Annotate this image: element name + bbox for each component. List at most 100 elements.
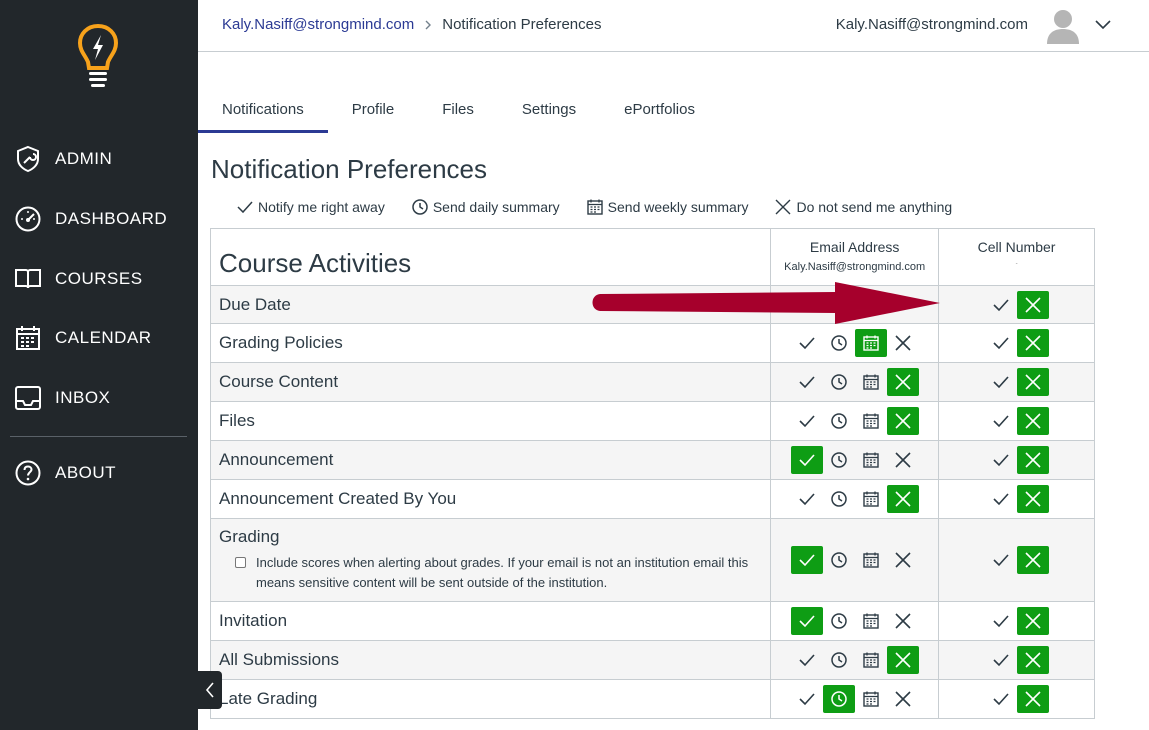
do-not-send-option[interactable] xyxy=(886,485,919,513)
tab-settings[interactable]: Settings xyxy=(498,88,600,133)
notify-right-away-option[interactable] xyxy=(790,607,823,635)
row-name-cell: Announcement Created By You xyxy=(209,479,772,519)
weekly-summary-option[interactable] xyxy=(855,646,887,674)
notify-right-away-option[interactable] xyxy=(985,607,1017,635)
weekly-summary-option[interactable] xyxy=(855,407,887,435)
cell-preference-cell xyxy=(938,323,1095,363)
daily-summary-option[interactable] xyxy=(823,607,855,635)
weekly-summary-option[interactable] xyxy=(855,546,887,574)
clock-icon xyxy=(830,612,848,630)
tab-files[interactable]: Files xyxy=(418,88,498,133)
do-not-send-option[interactable] xyxy=(887,546,919,574)
x-icon xyxy=(775,199,791,215)
sidebar-item-dashboard[interactable]: DASHBOARD xyxy=(14,199,167,239)
x-icon xyxy=(1024,373,1042,391)
check-icon xyxy=(798,375,816,389)
shield-wrench-icon xyxy=(14,145,42,173)
daily-summary-option[interactable] xyxy=(823,485,855,513)
notify-right-away-option[interactable] xyxy=(791,646,823,674)
sidebar-item-admin[interactable]: ADMIN xyxy=(14,139,112,179)
table-row: Grading Include scores when alerting abou… xyxy=(209,518,1095,602)
row-name: Files xyxy=(219,411,255,430)
notify-right-away-option[interactable] xyxy=(790,546,823,574)
x-icon xyxy=(894,490,912,508)
notify-right-away-option[interactable] xyxy=(791,368,823,396)
include-scores-checkbox[interactable] xyxy=(235,557,246,568)
do-not-send-option[interactable] xyxy=(887,607,919,635)
daily-summary-option[interactable] xyxy=(823,646,855,674)
daily-summary-option[interactable] xyxy=(823,329,855,357)
do-not-send-option[interactable] xyxy=(1016,546,1049,574)
calendar-icon xyxy=(14,324,42,352)
weekly-summary-option[interactable] xyxy=(854,329,887,357)
weekly-summary-option[interactable] xyxy=(855,685,887,713)
x-icon xyxy=(1024,690,1042,708)
avatar-icon[interactable] xyxy=(1046,8,1080,44)
sidebar-item-calendar[interactable]: CALENDAR xyxy=(14,318,152,358)
weekly-summary-option[interactable] xyxy=(855,446,887,474)
daily-summary-option[interactable] xyxy=(823,368,855,396)
notify-right-away-option[interactable] xyxy=(985,329,1017,357)
check-icon xyxy=(798,336,816,350)
weekly-summary-option[interactable] xyxy=(855,607,887,635)
notify-right-away-option[interactable] xyxy=(790,446,823,474)
calendar-icon xyxy=(862,651,880,669)
legend-label: Do not send me anything xyxy=(796,199,953,215)
row-name: Late Grading xyxy=(219,689,318,708)
weekly-summary-option[interactable] xyxy=(855,368,887,396)
notify-right-away-option[interactable] xyxy=(791,329,823,357)
do-not-send-option[interactable] xyxy=(886,368,919,396)
do-not-send-option[interactable] xyxy=(886,407,919,435)
do-not-send-option[interactable] xyxy=(1016,329,1049,357)
do-not-send-option[interactable] xyxy=(1016,407,1049,435)
do-not-send-option[interactable] xyxy=(1016,685,1049,713)
notify-right-away-option[interactable] xyxy=(985,291,1017,319)
do-not-send-option[interactable] xyxy=(1016,368,1049,396)
do-not-send-option[interactable] xyxy=(887,446,919,474)
do-not-send-option[interactable] xyxy=(887,685,919,713)
do-not-send-option[interactable] xyxy=(887,329,919,357)
calendar-icon xyxy=(862,612,880,630)
check-icon xyxy=(992,614,1010,628)
x-icon xyxy=(894,451,912,469)
notify-right-away-option[interactable] xyxy=(985,485,1017,513)
notify-right-away-option[interactable] xyxy=(985,546,1017,574)
do-not-send-option[interactable] xyxy=(1016,485,1049,513)
sidebar-item-inbox[interactable]: INBOX xyxy=(14,378,110,418)
notify-right-away-option[interactable] xyxy=(985,446,1017,474)
email-preference-cell xyxy=(770,362,940,402)
check-icon xyxy=(798,692,816,706)
daily-summary-option[interactable] xyxy=(823,446,855,474)
notify-right-away-option[interactable] xyxy=(985,685,1017,713)
do-not-send-option[interactable] xyxy=(1016,290,1049,319)
daily-summary-option[interactable] xyxy=(823,546,855,574)
do-not-send-option[interactable] xyxy=(1016,446,1049,474)
check-icon xyxy=(237,201,253,214)
notify-right-away-option[interactable] xyxy=(985,646,1017,674)
tab-eportfolios[interactable]: ePortfolios xyxy=(600,88,719,133)
daily-summary-option[interactable] xyxy=(822,685,855,713)
x-icon xyxy=(894,551,912,569)
notify-right-away-option[interactable] xyxy=(985,368,1017,396)
chevron-down-icon[interactable] xyxy=(1094,17,1112,33)
sidebar-item-courses[interactable]: COURSES xyxy=(14,259,143,299)
do-not-send-option[interactable] xyxy=(1016,646,1049,674)
email-preference-cell xyxy=(770,679,940,719)
tab-notifications[interactable]: Notifications xyxy=(198,88,328,133)
x-icon xyxy=(1024,490,1042,508)
daily-summary-option[interactable] xyxy=(823,407,855,435)
notify-right-away-option[interactable] xyxy=(791,485,823,513)
collapse-sidebar-button[interactable] xyxy=(198,671,222,709)
lightbulb-logo-icon[interactable] xyxy=(76,22,120,90)
notify-right-away-option[interactable] xyxy=(985,407,1017,435)
notify-right-away-option[interactable] xyxy=(791,685,823,713)
tab-profile[interactable]: Profile xyxy=(328,88,419,133)
sidebar-item-about[interactable]: ABOUT xyxy=(14,453,116,493)
table-row: Invitation xyxy=(209,601,1095,641)
do-not-send-option[interactable] xyxy=(1016,607,1049,635)
weekly-summary-option[interactable] xyxy=(855,485,887,513)
breadcrumb-user-link[interactable]: Kaly.Nasiff@strongmind.com xyxy=(222,16,414,33)
do-not-send-option[interactable] xyxy=(886,646,919,674)
notify-right-away-option[interactable] xyxy=(791,407,823,435)
sidebar: ADMIN DASHBOARD COURSES CALENDAR INBOX A… xyxy=(0,0,198,730)
